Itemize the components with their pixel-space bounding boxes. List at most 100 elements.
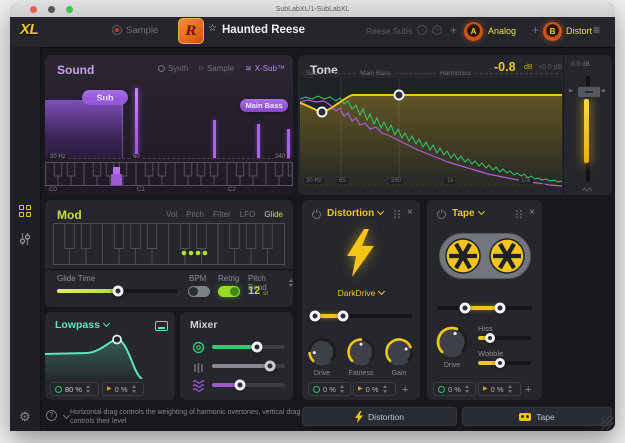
synth-icon [158, 65, 165, 72]
freq-label: 1k [445, 178, 455, 184]
grid-view-icon[interactable] [19, 205, 31, 217]
power-icon[interactable] [437, 210, 446, 219]
filter-display-icon[interactable] [155, 321, 168, 331]
tab-pitch[interactable]: Pitch [186, 210, 204, 219]
power-icon[interactable] [312, 210, 321, 219]
wet-mix-chip[interactable]: 0 % [308, 382, 351, 396]
tape-panel-title[interactable]: Tape [452, 208, 484, 219]
bpm-toggle[interactable] [188, 286, 210, 297]
drive-knob[interactable] [304, 334, 340, 375]
noise-level-icon [192, 379, 205, 397]
distortion-panel-title[interactable]: Distortion [327, 208, 383, 219]
slot-a-badge[interactable]: A [464, 22, 483, 41]
tape-panel: Tape × Drive [427, 200, 542, 400]
lowpass-panel-title[interactable]: Lowpass [55, 319, 109, 331]
mod-panel: Mod Vol Pitch Filter LFO Glide Glide Tim… [45, 200, 293, 307]
tab-sample[interactable]: ▷Sample [199, 64, 234, 73]
played-note [111, 174, 122, 186]
stepper-icon[interactable] [508, 385, 512, 393]
knob-label: Fatness [343, 370, 379, 377]
mod-keyboard[interactable] [53, 223, 285, 270]
more-dots-icon[interactable]: ⋯ [402, 23, 412, 34]
settings-gear-icon[interactable]: ⚙ [19, 409, 31, 425]
footer-tab-distortion[interactable]: Distortion [302, 407, 457, 426]
lowpass-curve-display[interactable] [45, 333, 175, 384]
wobble-handle[interactable] [495, 358, 505, 368]
knob-label: Drive [304, 370, 340, 377]
range-handle-high[interactable] [495, 303, 506, 314]
mid-level-handle[interactable] [265, 361, 276, 372]
tab-synth[interactable]: Synth [158, 64, 188, 73]
send-mix-chip[interactable]: ▶0 % [478, 382, 521, 396]
circle-icon [55, 386, 62, 393]
faders-view-icon[interactable] [19, 232, 31, 251]
wobble-label: Wobble [478, 349, 503, 358]
stepper-icon[interactable] [289, 279, 293, 287]
freq-label: 60 [131, 154, 142, 160]
send-mix-chip[interactable]: ▶0 % [102, 382, 144, 396]
range-handle-low[interactable] [310, 311, 321, 322]
stepper-icon[interactable] [86, 385, 90, 393]
algorithm-dropdown[interactable]: DarkDrive [302, 288, 420, 298]
tone-eq-display[interactable] [300, 78, 562, 190]
close-icon[interactable]: × [407, 208, 413, 218]
play-icon: ▶ [483, 386, 488, 392]
preset-artwork[interactable]: R [178, 18, 204, 44]
sub-level-handle[interactable] [252, 342, 263, 353]
arrow-left-icon: ◀ [601, 88, 605, 94]
tab-filter[interactable]: Filter [213, 210, 231, 219]
glide-time-handle[interactable] [113, 286, 124, 297]
favorite-star-icon[interactable]: ☆ [208, 23, 217, 34]
range-handle-low[interactable] [460, 303, 471, 314]
close-icon[interactable]: × [529, 208, 535, 218]
slot-a-label[interactable]: Analog [488, 26, 516, 36]
output-meter-bar [584, 99, 589, 163]
refresh-icon[interactable]: ↻ [432, 25, 442, 35]
stepper-icon[interactable] [383, 385, 387, 393]
tab-vol[interactable]: Vol [166, 210, 177, 219]
freq-label: 30 Hz [304, 178, 324, 184]
stepper-icon[interactable] [465, 385, 469, 393]
info-icon[interactable]: i [417, 25, 427, 35]
chevron-down-icon [478, 208, 485, 215]
menu-icon[interactable]: ≡ [593, 23, 600, 37]
slot-b-badge[interactable]: B [543, 22, 562, 41]
add-slot-b-icon[interactable]: + [532, 23, 539, 37]
sample-button[interactable]: Sample [126, 25, 158, 36]
output-slider-handle[interactable] [577, 86, 601, 98]
freq-label: 10k [519, 178, 533, 184]
stepper-icon[interactable] [340, 385, 344, 393]
stepper-icon[interactable] [132, 385, 136, 393]
slot-b-label[interactable]: Distort [566, 26, 592, 36]
drag-handle-icon[interactable] [394, 210, 402, 219]
tab-lfo[interactable]: LFO [240, 210, 256, 219]
add-effect-button[interactable]: + [525, 384, 531, 396]
tab-glide[interactable]: Glide [264, 210, 283, 219]
fatness-knob[interactable] [343, 334, 379, 375]
sound-keyboard[interactable] [45, 162, 293, 191]
gain-knob[interactable] [381, 334, 417, 375]
add-effect-button[interactable]: + [402, 384, 408, 396]
main-bass-pill[interactable]: Main Bass [240, 99, 288, 112]
sample-record-icon[interactable] [112, 25, 122, 35]
preset-name[interactable]: Haunted Reese [222, 24, 305, 36]
help-icon[interactable]: ? [46, 410, 57, 421]
noise-level-handle[interactable] [235, 380, 246, 391]
add-slot-a-icon[interactable]: + [450, 23, 457, 37]
hiss-handle[interactable] [485, 333, 495, 343]
retrig-toggle[interactable] [218, 286, 240, 297]
sound-panel-title: Sound [57, 63, 94, 77]
tape-drive-knob[interactable] [432, 322, 472, 367]
footer-tab-tape[interactable]: Tape [462, 407, 612, 426]
lightning-bolt-icon [355, 411, 363, 423]
range-handle-high[interactable] [338, 311, 349, 322]
send-mix-chip[interactable]: ▶0 % [353, 382, 396, 396]
wet-mix-chip[interactable]: 80 % [50, 382, 99, 396]
wet-mix-chip[interactable]: 0 % [433, 382, 476, 396]
mid-level-icon [193, 361, 204, 379]
drag-handle-icon[interactable] [516, 210, 524, 219]
chevron-down-icon [378, 288, 385, 295]
tab-xsub[interactable]: ≋X-Sub™ [245, 64, 285, 73]
section-label: Sub [306, 70, 318, 77]
pitch-bend-value[interactable]: 12 [248, 285, 260, 297]
